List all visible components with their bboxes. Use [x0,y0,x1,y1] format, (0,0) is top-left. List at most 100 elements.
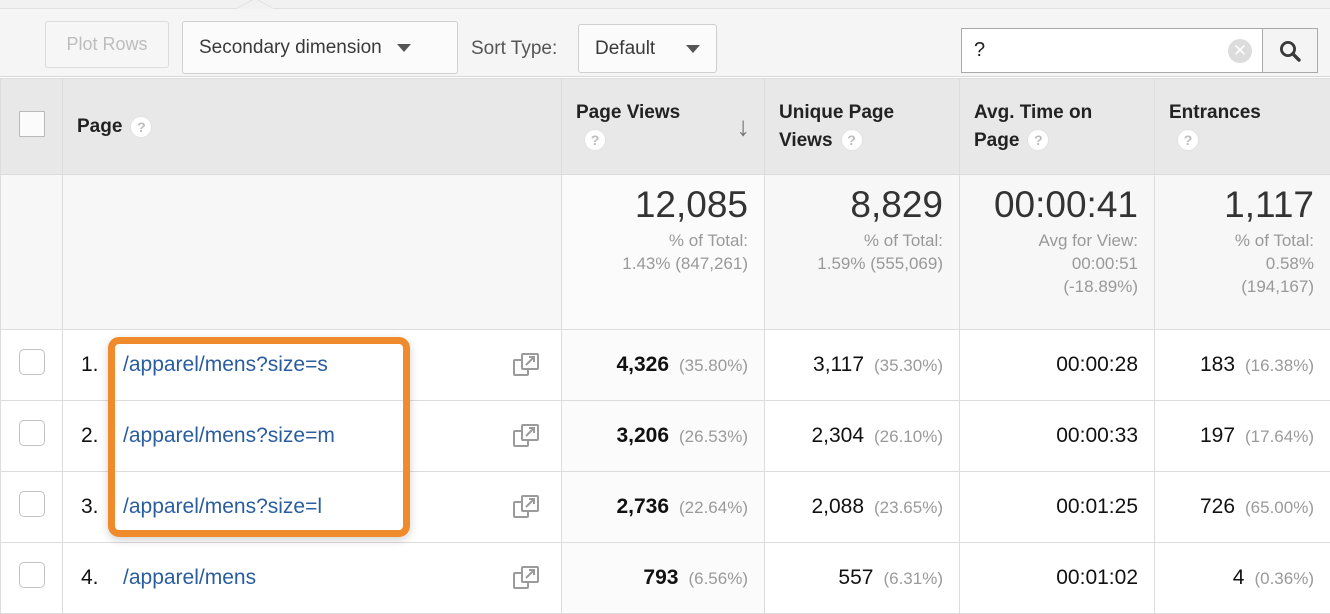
row-entrances-value: 183 [1200,353,1235,376]
column-header-avg-time-on-page[interactable]: Avg. Time on Page? [960,79,1155,175]
summary-entrances-line2: 0.58% [1171,253,1314,276]
summary-unique-page-views-line1: % of Total: [781,230,943,253]
row-entrances-pct: (0.36%) [1254,569,1314,588]
clear-icon[interactable]: ✕ [1228,39,1252,63]
row-page-views-pct: (35.80%) [679,356,748,375]
help-icon[interactable]: ? [1027,129,1049,151]
table-row: 1. /apparel/mens?size=s 4,326 (35.80%) [1,330,1330,401]
sort-descending-icon[interactable]: ↓ [737,113,751,140]
table-search: ? ✕ [961,28,1318,73]
plot-rows-label: Plot Rows [66,34,147,55]
summary-unique-page-views-value: 8,829 [781,185,943,226]
row-unique-page-views-value: 557 [838,566,873,589]
row-rank: 1. [81,353,123,377]
open-in-new-window-icon[interactable] [513,566,539,590]
row-unique-page-views-pct: (26.10%) [874,427,943,446]
row-page-views-pct: (22.64%) [679,498,748,517]
page-link[interactable]: /apparel/mens [123,566,256,590]
select-all-checkbox[interactable] [19,111,45,137]
row-select-cell [1,543,63,614]
row-unique-page-views: 2,304(26.10%) [765,401,960,472]
row-entrances-pct: (17.64%) [1245,427,1314,446]
row-entrances-value: 4 [1233,566,1245,589]
row-rank: 3. [81,495,123,519]
row-entrances: 4 (0.36%) [1155,543,1330,614]
row-avg-time-value: 00:01:25 [1056,495,1138,518]
page-link[interactable]: /apparel/mens?size=s [123,353,328,377]
row-page-views-value: 4,326 [616,353,669,376]
page-link[interactable]: /apparel/mens?size=l [123,495,322,519]
chevron-down-icon [397,44,411,52]
row-unique-page-views-pct: (6.31%) [883,569,943,588]
summary-unique-page-views-line2: 1.59% (555,069) [781,253,943,276]
open-in-new-window-icon[interactable] [513,424,539,448]
search-button[interactable] [1262,28,1318,73]
row-page-cell: 3. /apparel/mens?size=l [63,472,562,543]
page-link[interactable]: /apparel/mens?size=m [123,424,335,448]
summary-avg-time-line3: (-18.89%) [976,276,1138,299]
row-page-views-pct: (6.56%) [688,569,748,588]
summary-checkbox-cell [1,175,63,330]
row-unique-page-views-value: 3,117 [813,353,864,376]
help-icon[interactable]: ? [841,129,863,151]
column-header-page-views[interactable]: Page Views ? ↓ [562,79,765,175]
row-select-cell [1,472,63,543]
row-select-cell [1,330,63,401]
panel-notch-strip [0,0,1330,9]
column-header-entrances[interactable]: Entrances ? [1155,79,1330,175]
help-icon[interactable]: ? [130,116,152,138]
open-in-new-window-icon[interactable] [513,353,539,377]
row-unique-page-views-pct: (23.65%) [874,498,943,517]
row-page-views: 793(6.56%) [562,543,765,614]
sort-type-value: Default [595,38,655,60]
plot-rows-button[interactable]: Plot Rows [45,21,169,68]
pages-report-table: Page? Page Views ? ↓ Unique Page Views? [0,78,1330,614]
help-icon[interactable]: ? [1177,129,1199,151]
sort-type-label: Sort Type: [471,38,557,60]
help-icon[interactable]: ? [584,129,606,151]
notch-triangle-icon [236,0,274,9]
row-checkbox[interactable] [19,491,45,517]
row-unique-page-views: 3,117 (35.30%) [765,330,960,401]
row-avg-time-value: 00:00:33 [1056,424,1138,447]
search-icon [1277,38,1303,64]
secondary-dimension-dropdown[interactable]: Secondary dimension [182,21,458,74]
row-avg-time-on-page: 00:00:33 [960,401,1155,472]
row-page-views-value: 2,736 [616,495,669,518]
row-entrances: 197 (17.64%) [1155,401,1330,472]
row-avg-time-on-page: 00:00:28 [960,330,1155,401]
row-unique-page-views: 2,088(23.65%) [765,472,960,543]
row-unique-page-views-pct: (35.30%) [874,356,943,375]
open-in-new-window-icon[interactable] [513,495,539,519]
column-label-page: Page [77,116,122,137]
row-page-views: 4,326 (35.80%) [562,330,765,401]
row-entrances-value: 726 [1200,495,1235,518]
column-header-page[interactable]: Page? [63,79,562,175]
search-input[interactable]: ? ✕ [961,28,1262,73]
row-entrances-value: 197 [1200,424,1235,447]
row-rank: 2. [81,424,123,448]
row-avg-time-value: 00:00:28 [1056,353,1138,376]
table-row: 4. /apparel/mens 793(6.56%) [1,543,1330,614]
sort-type-dropdown[interactable]: Default [578,24,717,73]
summary-avg-time-value: 00:00:41 [976,185,1138,226]
summary-entrances-line1: % of Total: [1171,230,1314,253]
row-entrances-pct: (65.00%) [1245,498,1314,517]
secondary-dimension-label: Secondary dimension [199,37,382,59]
column-header-unique-page-views[interactable]: Unique Page Views? [765,79,960,175]
row-checkbox[interactable] [19,420,45,446]
summary-entrances-value: 1,117 [1171,185,1314,226]
summary-page-views-line2: 1.43% (847,261) [578,253,748,276]
row-page-cell: 1. /apparel/mens?size=s [63,330,562,401]
row-entrances-pct: (16.38%) [1245,356,1314,375]
select-all-header [1,79,63,175]
row-checkbox[interactable] [19,562,45,588]
summary-row: 12,085 % of Total: 1.43% (847,261) 8,829… [1,175,1330,330]
chevron-down-icon [686,45,700,53]
row-page-views-value: 3,206 [616,424,669,447]
column-label-unique-page-views: Unique Page Views [779,102,894,151]
row-checkbox[interactable] [19,349,45,375]
row-page-views: 2,736 (22.64%) [562,472,765,543]
summary-avg-time-on-page: 00:00:41 Avg for View: 00:00:51 (-18.89%… [960,175,1155,330]
row-rank: 4. [81,566,123,590]
